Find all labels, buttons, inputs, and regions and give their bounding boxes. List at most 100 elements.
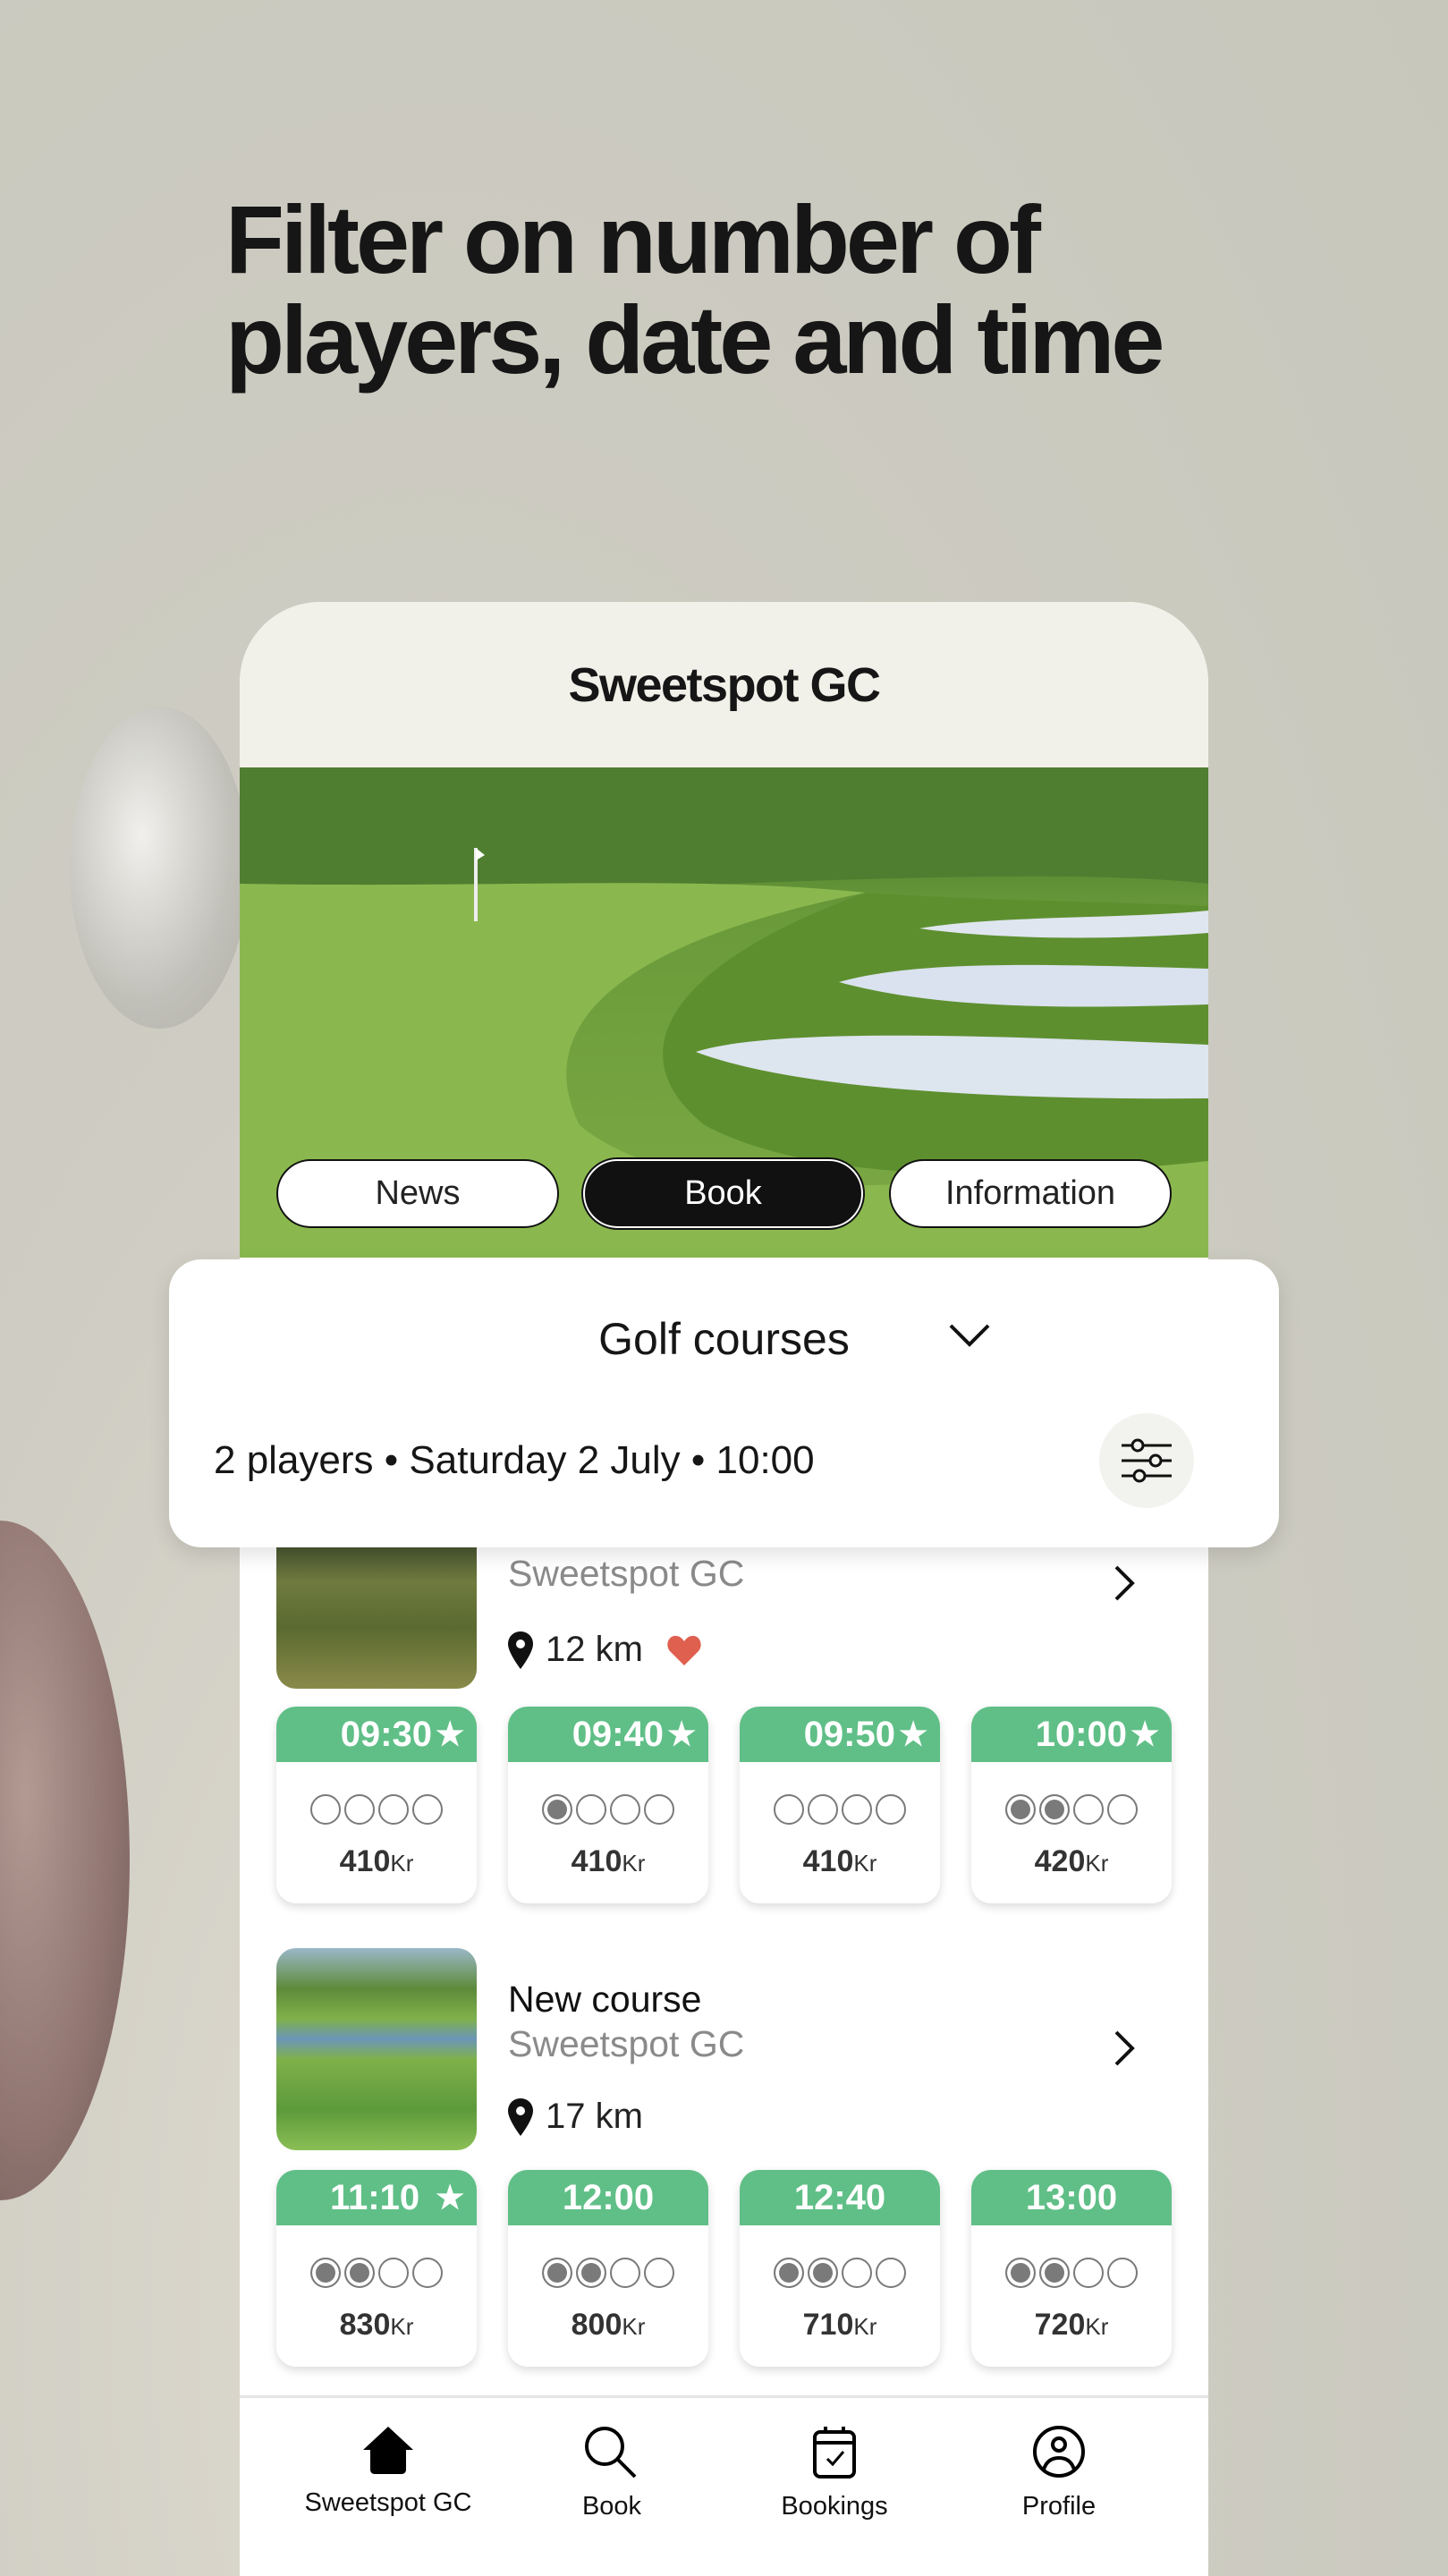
slot-price: 410Kr [508,1844,708,1879]
player-slots [740,2258,940,2288]
slot-price: 410Kr [740,1844,940,1879]
free-player-icon [808,1794,838,1825]
tee-time-list: 09:30 ★ 410Kr 09:40 ★ 410Kr 09:50 ★ 410Kr 10:00 ★ 4… [276,1707,1180,1905]
tee-time-slot[interactable]: 12:00 800Kr [508,2170,708,2367]
price-currency: Kr [1085,2313,1109,2340]
slot-header: 11:10 ★ [276,2170,477,2225]
chevron-down-icon[interactable] [947,1322,992,1349]
sliders-icon [1122,1438,1172,1483]
price-currency: Kr [853,1850,877,1877]
nav-book[interactable]: Book [500,2425,724,2521]
course-club: Sweetspot GC [508,2023,745,2064]
tee-time-slot[interactable]: 09:30 ★ 410Kr [276,1707,477,1903]
price-currency: Kr [1085,1850,1109,1877]
price-value: 800 [571,2308,622,2342]
tee-time-slot[interactable]: 13:00 720Kr [971,2170,1172,2367]
home-icon [363,2427,413,2474]
free-player-icon [1073,1794,1104,1825]
slot-header: 12:40 [740,2170,940,2225]
slot-header: 09:50 ★ [740,1707,940,1762]
tab-information[interactable]: Information [889,1159,1172,1228]
price-value: 710 [802,2308,854,2342]
nav-label: Book [581,2492,642,2521]
free-player-icon [644,1794,674,1825]
location-pin-icon [508,1631,533,1669]
location-pin-icon [508,2097,533,2136]
free-player-icon [842,1794,872,1825]
booked-player-icon [542,1794,572,1825]
free-player-icon [1107,1794,1138,1825]
free-player-icon [610,1794,640,1825]
course-distance: 17 km [508,2097,643,2137]
booked-player-icon [1005,1794,1036,1825]
chevron-right-icon[interactable] [1113,2029,1136,2068]
tab-book[interactable]: Book [583,1159,863,1228]
price-currency: Kr [390,2313,414,2340]
slot-price: 800Kr [508,2308,708,2343]
distance-text: 17 km [546,2097,643,2136]
price-value: 830 [339,2308,391,2342]
course-club: Sweetspot GC [508,1553,745,1594]
chevron-right-icon[interactable] [1113,1563,1136,1603]
nav-label: Profile [1021,2492,1097,2521]
player-slots [971,2258,1172,2288]
price-currency: Kr [622,1850,646,1877]
filter-settings-button[interactable] [1099,1413,1194,1508]
booked-player-icon [808,2258,838,2288]
course-thumbnail [276,1948,477,2150]
booked-player-icon [774,2258,804,2288]
tab-news[interactable]: News [276,1159,559,1228]
phone-screen: Sweetspot GC News Book Information Sweet… [240,602,1208,2576]
distance-text: 12 km [546,1630,643,1669]
golf-ball-decoration [0,1521,130,2200]
free-player-icon [412,1794,443,1825]
free-player-icon [576,1794,606,1825]
free-player-icon [378,2258,409,2288]
free-player-icon [842,2258,872,2288]
nav-label: Sweetspot GC [304,2488,472,2517]
price-value: 410 [339,1844,391,1878]
nav-profile[interactable]: Profile [947,2425,1171,2521]
price-value: 720 [1034,2308,1086,2342]
golf-courses-dropdown[interactable]: Golf courses [169,1313,1279,1365]
player-slots [276,1794,477,1825]
tee-time-slot[interactable]: 11:10 ★ 830Kr [276,2170,477,2367]
free-player-icon [644,2258,674,2288]
course-thumbnail [276,1537,477,1689]
price-currency: Kr [622,2313,646,2340]
search-icon [585,2427,637,2479]
price-value: 410 [571,1844,622,1878]
tee-time-slot[interactable]: 12:40 710Kr [740,2170,940,2367]
slot-header: 09:40 ★ [508,1707,708,1762]
player-slots [971,1794,1172,1825]
player-slots [740,1794,940,1825]
slot-header: 09:30 ★ [276,1707,477,1762]
free-player-icon [876,1794,906,1825]
free-player-icon [344,1794,375,1825]
course-item[interactable]: New course Sweetspot GC 17 km [276,1948,1171,2154]
tee-time-slot[interactable]: 09:50 ★ 410Kr [740,1707,940,1903]
favorite-heart-icon[interactable] [666,1634,702,1666]
slot-time: 11:10 [330,2177,420,2217]
nav-label: Bookings [781,2492,888,2521]
booked-player-icon [1005,2258,1036,2288]
slot-time: 12:00 [562,2177,655,2217]
nav-sweetspot-gc[interactable]: Sweetspot GC [276,2425,500,2518]
nav-bookings[interactable]: Bookings [723,2425,946,2521]
slot-price: 410Kr [276,1844,477,1879]
free-player-icon [876,2258,906,2288]
app-title: Sweetspot GC [568,657,881,712]
tee-time-slot[interactable]: 09:40 ★ 410Kr [508,1707,708,1903]
booked-player-icon [310,2258,341,2288]
star-icon: ★ [1130,1716,1160,1752]
slot-header: 12:00 [508,2170,708,2225]
free-player-icon [1107,2258,1138,2288]
slot-time: 09:30 [340,1714,432,1754]
filter-summary[interactable]: 2 players • Saturday 2 July • 10:00 [214,1438,815,1483]
water-drop-decoration [70,707,249,1029]
course-distance: 12 km [508,1630,702,1670]
tee-time-slot[interactable]: 10:00 ★ 420Kr [971,1707,1172,1903]
course-hero-image: News Book Information [240,767,1208,1258]
slot-time: 13:00 [1025,2177,1118,2217]
slot-header: 10:00 ★ [971,1707,1172,1762]
